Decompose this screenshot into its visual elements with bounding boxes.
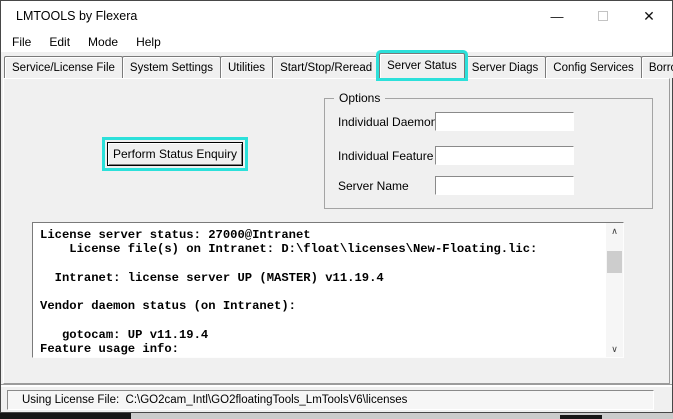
minimize-button[interactable]: —: [534, 1, 580, 31]
options-group-title: Options: [334, 91, 385, 105]
individual-daemon-input[interactable]: [435, 112, 574, 131]
status-console: License server status: 27000@Intranet Li…: [32, 222, 624, 358]
tab-service-license-file[interactable]: Service/License File: [4, 56, 123, 78]
individual-feature-input[interactable]: [435, 146, 574, 165]
console-output-text: License server status: 27000@Intranet Li…: [33, 223, 606, 357]
maximize-icon: [598, 11, 608, 21]
scroll-down-button[interactable]: ∨: [606, 341, 623, 357]
tab-utilities[interactable]: Utilities: [220, 56, 273, 78]
tab-server-status[interactable]: Server Status: [379, 53, 465, 78]
desktop-background: [560, 415, 602, 419]
chevron-down-icon: ∨: [611, 344, 618, 355]
server-name-label: Server Name: [338, 179, 409, 193]
statusbar-text: Using License File: C:\GO2cam_Intl\GO2fl…: [8, 394, 407, 406]
individual-feature-label: Individual Feature: [338, 149, 433, 163]
tab-start-stop-reread[interactable]: Start/Stop/Reread: [272, 56, 380, 78]
close-icon: ✕: [643, 8, 655, 25]
tab-borrowing[interactable]: Borrowing: [641, 56, 673, 78]
statusbar-field: Using License File: C:\GO2cam_Intl\GO2fl…: [7, 390, 654, 410]
scroll-up-button[interactable]: ∧: [606, 223, 623, 239]
menu-item-help[interactable]: Help: [127, 31, 170, 52]
tab-strip: Service/License File System Settings Uti…: [4, 53, 673, 78]
perform-status-enquiry-button[interactable]: Perform Status Enquiry: [107, 142, 243, 166]
lmtools-window: LMTOOLS by Flexera — ✕ File Edit Mode He…: [0, 0, 673, 413]
window-controls: — ✕: [534, 1, 672, 31]
server-name-input[interactable]: [435, 176, 574, 195]
close-button[interactable]: ✕: [626, 1, 672, 31]
window-title: LMTOOLS by Flexera: [1, 9, 137, 23]
menubar: File Edit Mode Help: [1, 31, 672, 52]
scrollbar-thumb[interactable]: [607, 251, 622, 273]
individual-daemon-label: Individual Daemon: [338, 115, 437, 129]
maximize-button[interactable]: [580, 1, 626, 31]
tab-system-settings[interactable]: System Settings: [122, 56, 221, 78]
menu-item-mode[interactable]: Mode: [79, 31, 127, 52]
menu-item-file[interactable]: File: [3, 31, 40, 52]
menu-item-edit[interactable]: Edit: [40, 31, 79, 52]
chevron-up-icon: ∧: [611, 226, 618, 237]
desktop-background: [0, 413, 131, 419]
statusbar-separator: [1, 384, 672, 387]
options-groupbox: Options Individual Daemon Individual Fea…: [324, 98, 653, 209]
tab-config-services[interactable]: Config Services: [545, 56, 642, 78]
titlebar: LMTOOLS by Flexera — ✕: [1, 1, 672, 31]
minimize-icon: —: [551, 9, 564, 24]
highlight-annotation: Perform Status Enquiry: [102, 137, 248, 171]
tab-server-diags[interactable]: Server Diags: [464, 56, 546, 78]
vertical-scrollbar[interactable]: ∧ ∨: [606, 223, 623, 357]
